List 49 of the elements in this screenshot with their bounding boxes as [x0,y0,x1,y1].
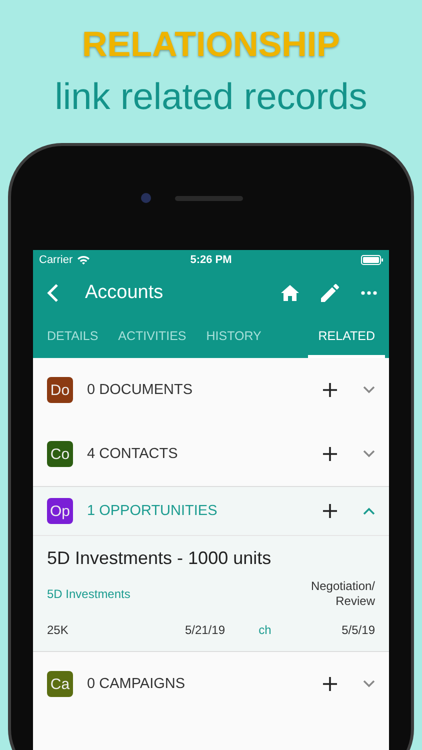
expand-button[interactable] [363,680,375,688]
more-icon[interactable] [361,291,377,295]
account-link[interactable]: 5D Investments [47,587,130,601]
section-header[interactable]: Co 4 CONTACTS [33,422,389,486]
section-badge: Ca [47,671,73,697]
add-button[interactable] [323,504,337,518]
section-badge: Op [47,498,73,524]
expand-button[interactable] [363,450,375,458]
date-text: 5/5/19 [340,623,375,637]
record-title: 5D Investments - 1000 units [47,548,272,569]
camera-icon [141,193,151,203]
section-header[interactable]: Do 0 DOCUMENTS [33,358,389,422]
section-badge: Co [47,441,73,467]
add-button[interactable] [323,677,337,691]
headline-subtitle: link related records [54,75,368,119]
section-label: 0 CAMPAIGNS [87,676,186,692]
headline-title: RELATIONSHIP [82,24,340,66]
section-label: 1 OPPORTUNITIES [87,503,218,519]
expand-button[interactable] [363,386,375,394]
chevron-up-icon [363,507,375,515]
chevron-down-icon [363,680,375,688]
expand-button[interactable] [363,507,375,515]
record-card[interactable]: 5D Investments - 1000 units 5D Investments Negotiation/ Review 25K 5/21/19 ch 5/5/19 [33,536,389,652]
screen-title: Accounts [85,282,164,304]
tab[interactable]: DETAILS [37,316,108,358]
chevron-down-icon [363,450,375,458]
add-button[interactable] [323,383,337,397]
tab[interactable]: RELATED [308,316,385,358]
section-header[interactable]: Ca 0 CAMPAIGNS [33,652,389,716]
tab[interactable]: ACTIVITIES [108,316,196,358]
chevron-down-icon [363,386,375,394]
battery-icon [361,255,383,265]
section-badge: Do [47,377,73,403]
wifi-icon [76,255,90,265]
section-label: 4 CONTACTS [87,446,179,462]
carrier-label: Carrier [39,254,73,266]
amount-text: 25K [47,623,70,637]
owner-link[interactable]: ch [225,623,305,637]
date-text: 5/21/19 [184,623,225,637]
stage-text: Negotiation/ Review [310,579,375,609]
section-label: 0 DOCUMENTS [87,382,194,398]
edit-icon[interactable] [321,284,339,302]
add-button[interactable] [323,447,337,461]
back-button[interactable] [47,284,59,302]
tab[interactable]: HISTORY [196,316,272,358]
home-icon[interactable] [281,285,299,301]
section-header[interactable]: Op 1 OPPORTUNITIES [33,486,389,536]
speaker-icon [175,196,243,200]
status-time: 5:26 PM [189,254,233,266]
